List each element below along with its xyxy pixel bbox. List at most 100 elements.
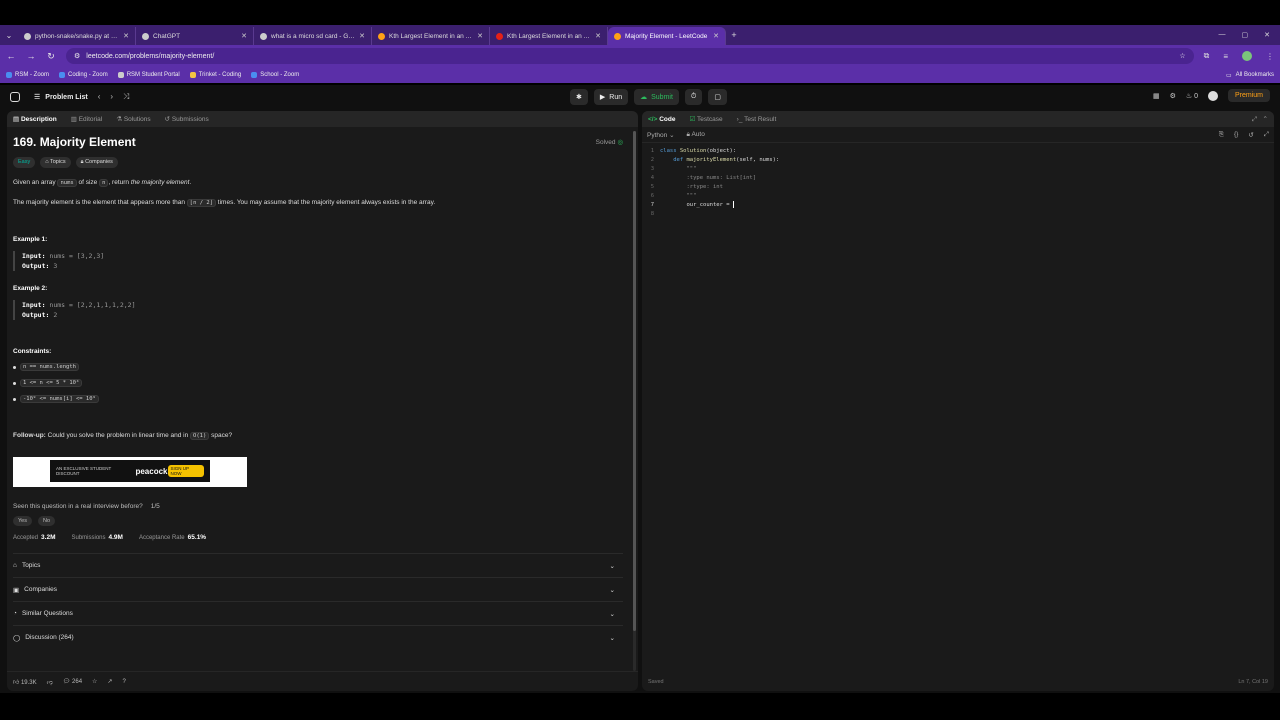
editor-toolbar: Python ⌄ 🔒︎ Auto ⎘ {} ↺ ⤢	[642, 127, 1274, 143]
help-icon[interactable]: ?	[122, 679, 125, 685]
debug-button[interactable]: ✱	[570, 89, 588, 105]
browser-tab-active[interactable]: Majority Element - LeetCode ✕	[608, 27, 726, 45]
format-braces-icon[interactable]: {}	[1234, 131, 1238, 139]
no-button[interactable]: No	[37, 516, 56, 526]
close-window-icon[interactable]: ✕	[1264, 31, 1270, 39]
browser-tab[interactable]: what is a micro sd card - Googl ✕	[254, 27, 372, 45]
settings-gear-icon[interactable]: ⚙	[1170, 92, 1176, 100]
profile-avatar[interactable]	[1242, 51, 1252, 61]
topics-badge[interactable]: ⌂ Topics	[40, 157, 71, 168]
menu-lines-icon[interactable]: ≡	[1223, 52, 1228, 61]
leetcode-logo-icon[interactable]	[10, 92, 20, 102]
browser-tab[interactable]: python-snake/snake.py at mast ✕	[18, 27, 136, 45]
star-icon[interactable]: ☆	[92, 678, 97, 685]
bookmark-item[interactable]: Trinket - Coding	[189, 72, 241, 78]
accordion-similar-questions[interactable]: ◔ Similar Questions ⌄	[13, 601, 623, 625]
close-tab-icon[interactable]: ✕	[123, 32, 129, 40]
bookmark-item[interactable]: Coding - Zoom	[59, 72, 108, 78]
code-line-current: 7 our_counter =	[650, 201, 734, 208]
chevron-down-icon: ⌄	[609, 634, 615, 642]
close-tab-icon[interactable]: ✕	[713, 32, 719, 40]
shuffle-icon[interactable]: ⤨	[123, 92, 129, 102]
accordion-topics[interactable]: ⌂ Topics ⌄	[13, 553, 623, 577]
run-button[interactable]: ▶ Run	[593, 89, 629, 105]
book-icon: ▥	[70, 116, 77, 123]
more-icon[interactable]: ⋮	[1266, 52, 1274, 61]
reload-icon[interactable]: ↻	[46, 51, 56, 62]
notes-button[interactable]: ▢	[708, 89, 727, 105]
address-bar[interactable]: ⚙ leetcode.com/problems/majority-element…	[66, 48, 1194, 64]
advertisement[interactable]: AN EXCLUSIVE STUDENT DISCOUNT peacock SI…	[13, 457, 247, 487]
layout-icon[interactable]: ▦	[1153, 92, 1160, 100]
prev-problem-icon[interactable]: ‹	[98, 92, 101, 102]
browser-tab[interactable]: ChatGPT ✕	[136, 27, 254, 45]
like-button[interactable]: 👍︎ 19.3K	[13, 678, 37, 686]
browser-tab[interactable]: Kth Largest Element in an Array ✕	[490, 27, 608, 45]
browser-tab[interactable]: Kth Largest Element in an Array ✕	[372, 27, 490, 45]
bookmark-item[interactable]: RSM - Zoom	[6, 72, 49, 78]
tab-editorial[interactable]: ▥ Editorial	[71, 115, 102, 123]
checkbox-icon: ☑	[689, 116, 696, 123]
close-tab-icon[interactable]: ✕	[241, 32, 247, 40]
scroll-thumb[interactable]	[633, 131, 636, 631]
bookmark-icon[interactable]: ⎘	[1219, 131, 1224, 139]
close-tab-icon[interactable]: ✕	[359, 32, 365, 40]
statement-line-2: The majority element is the element that…	[13, 199, 436, 207]
language-select[interactable]: Python ⌄	[647, 131, 675, 139]
cloud-upload-icon: ☁	[640, 94, 648, 101]
reset-icon[interactable]: ↺	[1248, 131, 1253, 139]
tab-description[interactable]: ▤ Description	[13, 115, 57, 123]
timer-button[interactable]: ⏱	[684, 89, 703, 105]
accordion-discussion[interactable]: ◯ Discussion (264) ⌄	[13, 625, 623, 649]
premium-button[interactable]: Premium	[1227, 89, 1270, 102]
close-tab-icon[interactable]: ✕	[477, 32, 483, 40]
minimize-icon[interactable]: —	[1219, 31, 1226, 39]
problem-nav: ‹ › ⤨	[98, 92, 130, 102]
code-line: 1 class Solution(object):	[650, 148, 737, 154]
maximize-icon[interactable]: ⤢	[1252, 116, 1257, 123]
auto-mode[interactable]: 🔒︎ Auto	[687, 131, 705, 139]
code-line: 8	[650, 211, 654, 217]
ad-cta-button[interactable]: SIGN UP NOW	[167, 465, 204, 477]
new-tab-button[interactable]: +	[726, 30, 742, 40]
problem-list-link[interactable]: ☰ Problem List	[34, 93, 88, 102]
bookmark-star-icon[interactable]: ☆	[1179, 52, 1185, 60]
trinket-icon	[189, 72, 196, 78]
tab-search-icon[interactable]: ⌄	[0, 25, 18, 45]
tab-test-result[interactable]: ›_ Test Result	[737, 116, 777, 123]
problem-stats: Accepted 3.2M Submissions 4.9M Acceptance …	[13, 534, 623, 541]
extensions-icon[interactable]: ⧉	[1204, 51, 1210, 61]
forward-icon[interactable]: →	[26, 51, 36, 61]
tab-code[interactable]: </> Code	[648, 116, 675, 123]
all-bookmarks[interactable]: ▭ All Bookmarks	[1226, 72, 1274, 79]
constraint-item: 1 <= n <= 5 * 10⁴	[13, 379, 623, 387]
next-problem-icon[interactable]: ›	[110, 92, 113, 102]
tab-testcase[interactable]: ☑ Testcase	[689, 115, 722, 123]
submit-button[interactable]: ☁ Submit	[634, 89, 679, 105]
tab-submissions[interactable]: ↺ Submissions	[165, 115, 209, 123]
streak-counter[interactable]: ♨ 0	[1186, 92, 1198, 100]
acceptance-rate-stat: Acceptance Rate 65.1%	[138, 534, 207, 541]
chevron-down-icon: ⌄	[609, 562, 615, 570]
tab-solutions[interactable]: ⚗ Solutions	[116, 115, 150, 123]
description-scrollbar[interactable]	[633, 131, 636, 671]
comments-button[interactable]: 💬︎ 264	[63, 678, 82, 685]
site-info-icon[interactable]: ⚙	[74, 52, 80, 60]
bookmark-item[interactable]: RSM Student Portal	[117, 72, 180, 78]
dislike-icon[interactable]: 👎︎	[47, 678, 53, 686]
fullscreen-icon[interactable]: ⤢	[1264, 131, 1269, 139]
companies-badge[interactable]: 🔒︎ Companies	[75, 157, 118, 168]
share-icon[interactable]: ↗	[107, 678, 112, 685]
lightbulb-icon: ◔	[13, 610, 17, 617]
collapse-icon[interactable]: ⌃	[1263, 116, 1268, 123]
back-icon[interactable]: ←	[6, 51, 16, 61]
close-tab-icon[interactable]: ✕	[595, 32, 601, 40]
constraint-item: -10⁹ <= nums[i] <= 10⁹	[13, 395, 623, 403]
ad-banner[interactable]: AN EXCLUSIVE STUDENT DISCOUNT peacock SI…	[50, 460, 210, 482]
user-avatar[interactable]	[1207, 90, 1218, 101]
yes-button[interactable]: Yes	[13, 516, 32, 526]
maximize-icon[interactable]: ▢	[1242, 31, 1249, 39]
bookmark-item[interactable]: School - Zoom	[251, 72, 299, 78]
accordion-companies[interactable]: ▣ Companies ⌄	[13, 577, 623, 601]
code-editor[interactable]: 1 class Solution(object): 2 def majorityE…	[642, 147, 1274, 219]
